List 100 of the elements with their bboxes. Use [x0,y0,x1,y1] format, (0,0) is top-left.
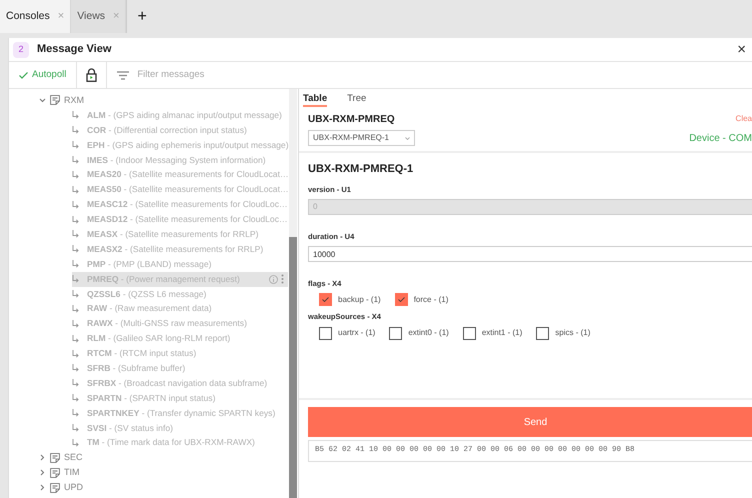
panel-title: Message View [37,42,112,58]
check-icon [322,297,329,302]
subitem-arrow-icon [72,438,79,447]
checkbox[interactable] [319,293,332,306]
tree-item[interactable]: MEAS20 - (Satellite measurements for CloudLocat… [72,167,288,182]
tree-item-label: SPARTN - (SPARTN input status) [87,392,216,405]
tree-item[interactable]: MEASX - (Satellite measurements for RRLP) [72,227,288,242]
tree-item[interactable]: RLM - (Galileo SAR long-RLM report) [72,331,288,346]
tree-item[interactable]: EPH - (GPS aiding ephemeris input/output message) [72,138,288,153]
checkbox[interactable] [462,326,476,340]
subitem-arrow-icon [72,275,79,284]
subitem-arrow-icon [72,350,79,358]
tree-item[interactable]: ALM - (GPS aiding almanac input/output message) [72,108,288,123]
tree-item[interactable]: SFRB - (Subframe buffer) [72,361,288,376]
tree-item[interactable]: RAWX - (Multi-GNSS raw measurements) [72,316,288,332]
tree-item[interactable]: SPARTNKEY - (Transfer dynamic SPARTN keys) [72,406,288,421]
tree-item[interactable]: SFRBX - (Broadcast navigation data subframe) [72,376,288,391]
tree-item-label: RAWX - (Multi-GNSS raw measurements) [87,317,247,330]
tree-item-label: MEASX2 - (Satellite measurements for RRLP) [87,242,264,256]
scrollbar-thumb[interactable] [289,237,297,498]
filter-field[interactable]: Filter messages [137,68,742,82]
subitem-arrow-icon [72,320,79,328]
subitem-arrow-icon [72,170,79,179]
close-tab-button[interactable]: × [113,8,120,25]
tree-item[interactable]: MEAS50 - (Satellite measurements for CloudLocat… [72,182,288,198]
tree-item-label: SFRB - (Subframe buffer) [87,362,186,375]
checkbox[interactable] [536,326,550,340]
check-icon [19,72,28,78]
subitem-arrow-icon [72,379,79,388]
tab[interactable]: Consoles × [0,0,72,33]
tab[interactable]: Views × [71,0,126,33]
checkbox[interactable] [319,326,332,340]
close-tab-button[interactable]: × [58,8,64,25]
checkbox[interactable] [394,293,408,306]
tree-item[interactable]: RAW - (Raw measurement data) [72,301,288,316]
close-button[interactable]: × [735,42,748,57]
tree-item-label: MEAS20 - (Satellite measurements for CloudLocat… [87,168,289,182]
subitem-arrow-icon [72,364,79,372]
subitem-arrow-icon [72,111,79,120]
view-tab[interactable]: Tree [347,92,366,107]
checkbox-label: spics - (1) [555,327,590,339]
tree-item[interactable]: RTCM - (RTCM input status) [72,346,288,362]
clear-link[interactable]: Clea [736,113,752,125]
tree-item[interactable]: QZSSL6 - (QZSS L6 message) [72,286,288,302]
checkbox-label: extint0 - (1) [408,327,449,339]
tree-item[interactable]: COR - (Differential correction input status) [72,122,288,138]
tree-item-label: IMES - (Indoor Messaging System information) [87,154,266,166]
tree-item-label: COR - (Differential correction input status) [87,124,247,137]
subitem-arrow-icon [72,245,79,254]
tree-group[interactable]: SEC [39,450,289,466]
caret-icon [405,136,410,140]
tree-item[interactable]: IMES - (Indoor Messaging System information) [72,152,288,168]
checkbox-label: force - (1) [414,294,448,306]
add-tab-button[interactable]: + [126,0,157,33]
device-label: Device - COM [689,132,752,146]
tree-group[interactable]: UPD [39,480,289,496]
tree-item-label: RTCM - (RTCM input status) [87,347,196,360]
tree-item-label: SPARTNKEY - (Transfer dynamic SPARTN keys) [87,406,276,420]
tree-item-label: SVSI - (SV status info) [87,422,173,434]
tree-item[interactable]: SVSI - (SV status info) [72,420,288,436]
input-field[interactable]: 10000 [308,246,752,262]
send-button[interactable]: Send [308,407,752,437]
tree-item[interactable]: MEASD12 - (Satellite measurements for CloudLoc… [72,212,288,228]
tree-item-label: ALM - (GPS aiding almanac input/output message) [87,108,282,122]
tree-item-label: PMP - (PMP (LBAND) message) [87,258,212,271]
tree-item-label: RAW - (Raw measurement data) [87,302,212,316]
tree-item[interactable]: SPARTN - (SPARTN input status) [72,390,288,406]
subitem-arrow-icon [72,334,79,343]
document-icon [50,95,60,106]
checkbox-label: extint1 - (1) [482,327,522,339]
tree-item-label: MEASD12 - (Satellite measurements for CloudLoc… [87,213,288,226]
document-icon [50,452,60,463]
subitem-arrow-icon [72,156,79,164]
tree-group[interactable]: RXM [39,93,289,108]
tree-group[interactable]: TIM [39,465,289,480]
checkbox-label: uartrx - (1) [338,327,376,339]
subitem-arrow-icon [72,424,79,432]
view-tab[interactable]: Table [303,92,328,107]
panel-badge: 2 [13,42,29,58]
tree-item-label: SFRBX - (Broadcast navigation data subframe) [87,376,268,390]
tree-item[interactable]: MEASX2 - (Satellite measurements for RRLP) [72,242,288,257]
tree-item[interactable]: MEASC12 - (Satellite measurements for CloudLoc… [72,197,288,212]
form-title: UBX-RXM-PMREQ-1 [308,162,414,177]
document-icon [50,482,60,493]
message-select[interactable]: UBX-RXM-PMREQ-1 [308,130,415,146]
filter-icon [117,70,130,80]
tree-item-label: MEAS50 - (Satellite measurements for CloudLocat… [87,183,289,196]
subitem-arrow-icon [72,200,79,209]
subitem-arrow-icon [72,394,79,402]
chevron-down-icon [39,96,46,104]
subitem-arrow-icon [72,141,79,150]
autopoll-button[interactable]: Autopoll [9,62,78,88]
tree-item-label: TM - (Time mark data for UBX-RXM-RAWX) [87,436,255,450]
lock-icon[interactable] [86,68,98,82]
check-icon [398,297,405,302]
tree-item[interactable]: PMP - (PMP (LBAND) message) [72,256,288,272]
tree-item[interactable]: TM - (Time mark data for UBX-RXM-RAWX) [72,435,288,450]
subitem-arrow-icon [72,290,79,298]
document-icon [50,468,60,478]
checkbox[interactable] [389,326,402,340]
